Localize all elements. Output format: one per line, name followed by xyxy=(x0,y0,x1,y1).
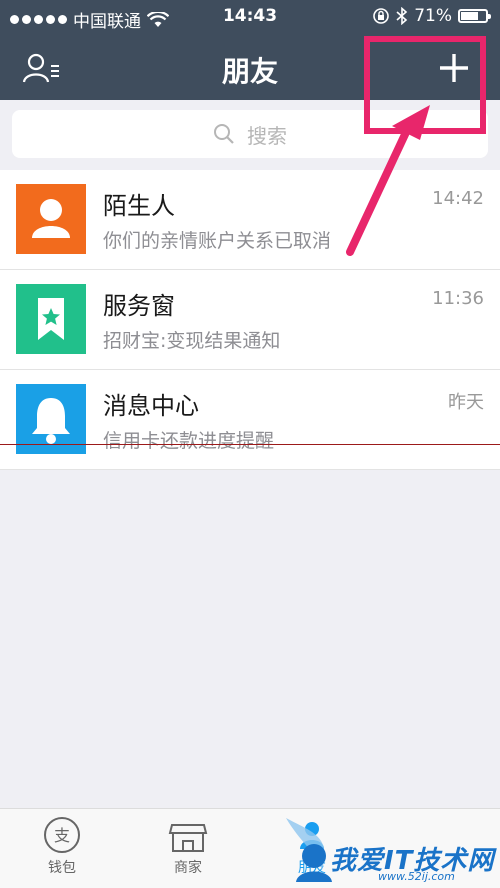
list-item[interactable]: 陌生人 你们的亲情账户关系已取消 14:42 xyxy=(0,170,500,270)
bluetooth-icon xyxy=(396,7,408,25)
conversation-preview: 信用卡还款进度提醒 xyxy=(103,430,275,452)
annotation-line xyxy=(0,444,500,445)
conversation-time: 11:36 xyxy=(432,288,484,309)
tab-label: 商家 xyxy=(174,860,202,876)
status-bar: 中国联通 14:43 71% xyxy=(0,0,500,34)
list-item[interactable]: 服务窗 招财宝:变现结果通知 11:36 xyxy=(0,270,500,370)
list-item[interactable]: 消息中心 信用卡还款进度提醒 昨天 xyxy=(0,370,500,470)
conversation-name: 消息中心 xyxy=(103,392,199,420)
annotation-highlight-box xyxy=(364,36,486,134)
watermark-url: www.52ij.com xyxy=(378,870,455,883)
conversation-preview: 你们的亲情账户关系已取消 xyxy=(103,230,332,252)
search-placeholder: 搜索 xyxy=(247,123,287,148)
conversation-time: 14:42 xyxy=(432,188,484,209)
conversation-name: 陌生人 xyxy=(103,192,175,220)
search-icon xyxy=(214,124,234,144)
tab-wallet[interactable]: 支 钱包 xyxy=(12,815,112,877)
conversation-name: 服务窗 xyxy=(103,292,175,320)
wallet-icon: 支 xyxy=(44,817,80,853)
svg-text:支: 支 xyxy=(54,826,70,845)
tab-label: 钱包 xyxy=(48,860,76,876)
battery-icon xyxy=(458,9,491,23)
person-icon xyxy=(16,184,86,254)
rotation-lock-icon xyxy=(373,8,390,24)
battery-percent: 71% xyxy=(414,6,452,26)
conversation-list: 陌生人 你们的亲情账户关系已取消 14:42 服务窗 招财宝:变现结果通知 11… xyxy=(0,170,500,470)
conversation-preview: 招财宝:变现结果通知 xyxy=(103,330,281,352)
conversation-time: 昨天 xyxy=(448,392,484,413)
bookmark-star-icon xyxy=(16,284,86,354)
tab-merchants[interactable]: 商家 xyxy=(138,815,238,877)
store-icon xyxy=(168,824,208,852)
